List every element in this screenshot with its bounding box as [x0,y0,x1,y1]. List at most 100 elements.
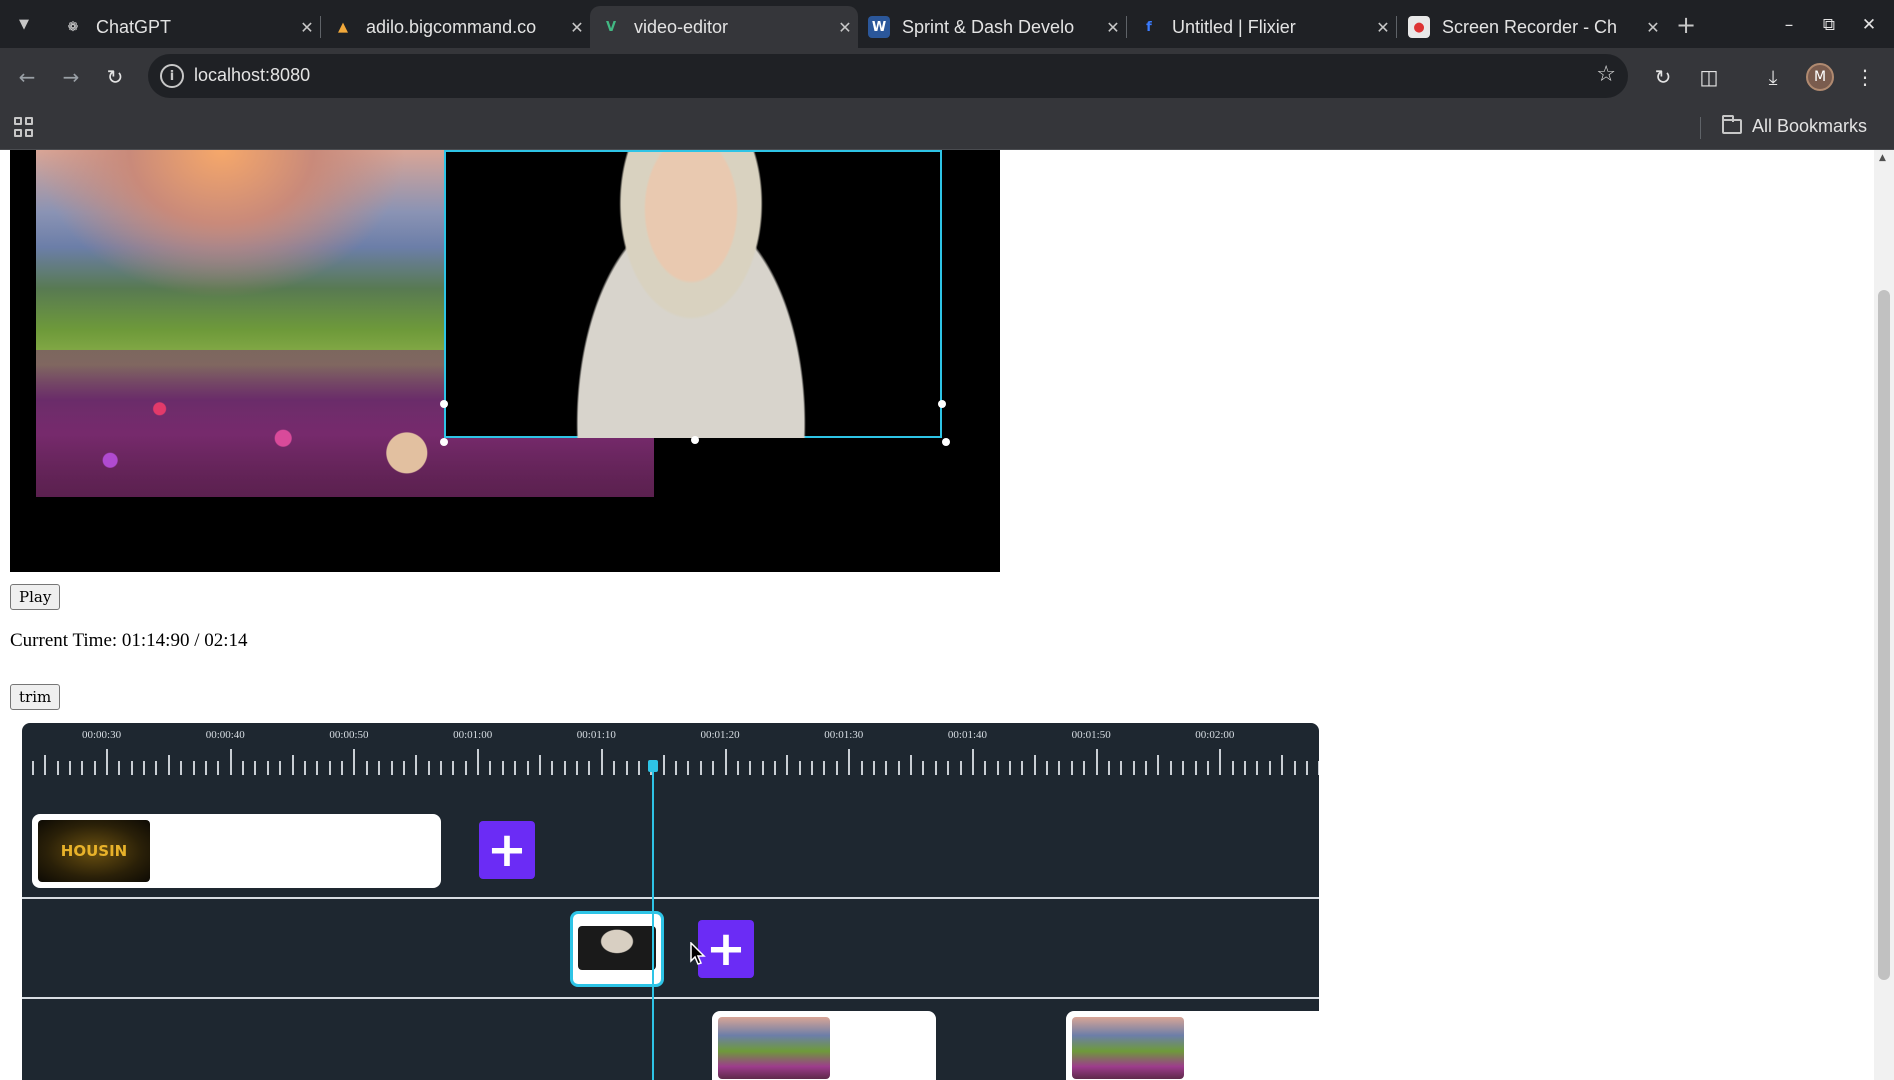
minimize-icon[interactable]: – [1772,10,1806,40]
screen-recorder-icon: ● [1408,16,1430,38]
address-bar[interactable]: i localhost:8080 ☆ [148,54,1628,98]
refresh-icon[interactable]: ↻ [1646,60,1680,94]
tab-search-chevron-icon[interactable]: ▼ [8,9,40,39]
resize-handle[interactable] [691,436,699,444]
add-clip-button[interactable]: + [479,821,535,879]
resize-handle[interactable] [938,400,946,408]
resize-handle[interactable] [440,438,448,446]
meadow-image-thumbnail [1072,1017,1184,1079]
timeline-clip-meadow[interactable] [712,1011,936,1080]
ruler-tick [1169,761,1172,775]
ruler-time-label: 00:01:10 [576,729,616,741]
download-icon[interactable]: ⤓ [1756,60,1790,94]
close-icon[interactable]: ✕ [832,18,858,37]
ruler-tick [984,761,987,775]
ruler-time-label: 00:00:50 [329,729,369,741]
timeline-playhead[interactable] [652,760,654,1080]
close-icon[interactable]: ✕ [294,18,320,37]
play-button[interactable]: Play [10,584,61,610]
timeline-ruler[interactable]: 00:00:30 00:00:40 00:00:50 00:01:00 00:01:10… [22,723,1319,775]
url-text[interactable]: localhost:8080 [194,65,310,86]
kebab-menu-icon[interactable]: ⋮ [1848,60,1882,94]
ruler-tick [1194,761,1197,775]
ruler-tick [662,755,665,775]
ruler-tick [613,761,616,775]
tab-adilo[interactable]: ▲ adilo.bigcommand.co ✕ [322,6,590,48]
ruler-tick [229,749,232,775]
ruler-time-label: 00:02:00 [1195,729,1235,741]
apps-grid-icon[interactable] [14,117,34,137]
site-info-icon[interactable]: i [160,64,184,88]
extensions-puzzle-icon[interactable]: ◫ [1692,60,1726,94]
ruler-tick [415,755,418,775]
ruler-tick [996,761,999,775]
ruler-tick [291,755,294,775]
back-arrow-icon[interactable]: ← [10,60,44,94]
tab-title: Screen Recorder - Ch [1442,16,1618,37]
timeline-clip-woman[interactable] [570,911,664,987]
close-icon[interactable]: ✕ [1370,18,1396,37]
resize-handle[interactable] [440,400,448,408]
timeline-clip-housing[interactable]: HOUSIN [32,814,441,888]
track-divider [22,897,1319,899]
ruler-tick [1083,761,1086,775]
reload-icon[interactable]: ↻ [98,60,132,94]
new-tab-plus-icon[interactable]: + [1671,10,1701,40]
video-preview-canvas[interactable] [10,150,1000,572]
close-icon[interactable]: ✕ [564,18,590,37]
ruler-tick [1120,761,1123,775]
ruler-tick [81,761,84,775]
bookmark-star-icon[interactable]: ☆ [1596,62,1616,87]
ruler-tick [192,761,195,775]
ruler-tick [1107,761,1110,775]
woman-video-layer[interactable] [444,150,942,438]
ruler-tick [1033,755,1036,775]
timeline-clip-meadow[interactable] [1066,1011,1319,1080]
profile-avatar[interactable]: M [1806,63,1834,91]
all-bookmarks-button[interactable]: All Bookmarks [1722,115,1868,137]
close-icon[interactable]: ✕ [1100,18,1126,37]
ruler-tick [439,761,442,775]
tab-sprint-dash[interactable]: W Sprint & Dash Develo ✕ [858,6,1126,48]
ruler-tick [860,761,863,775]
ruler-tick [1157,755,1160,775]
trim-button[interactable]: trim [10,684,61,710]
all-bookmarks-label: All Bookmarks [1752,116,1868,136]
ruler-tick [328,761,331,775]
ruler-tick [1268,761,1271,775]
scroll-up-arrow-icon[interactable]: ▲ [1879,153,1886,163]
tab-title: Untitled | Flixier [1172,16,1296,37]
ruler-tick [1009,761,1011,775]
ruler-tick [56,761,59,775]
tab-video-editor[interactable]: V video-editor ✕ [590,6,858,48]
timeline-panel[interactable]: 00:00:30 00:00:40 00:00:50 00:01:00 00:01:10… [22,723,1319,1080]
ruler-tick [773,761,776,775]
ruler-tick [390,761,393,775]
ruler-tick [934,761,937,775]
ruler-tick [749,761,752,775]
tab-title: Sprint & Dash Develo [902,16,1075,37]
restore-icon[interactable]: ⧉ [1812,10,1846,40]
add-clip-button[interactable]: + [698,920,754,978]
window-close-icon[interactable]: ✕ [1852,10,1886,40]
ruler-tick [675,761,678,775]
tab-screen-recorder[interactable]: ● Screen Recorder - Ch ✕ [1398,6,1666,48]
resize-handle[interactable] [942,438,950,446]
scrollbar-thumb[interactable] [1878,290,1890,980]
ruler-tick [242,761,245,775]
ruler-tick [947,761,950,775]
forward-arrow-icon[interactable]: → [54,60,88,94]
ruler-tick [254,761,257,775]
ruler-tick [872,761,875,775]
ruler-tick [155,761,158,775]
tab-divider [1126,16,1127,38]
ruler-tick [1318,761,1319,775]
page-scrollbar[interactable]: ▲ [1874,150,1894,1080]
tab-chatgpt[interactable]: ❁ ChatGPT ✕ [52,6,320,48]
tab-flixier[interactable]: f Untitled | Flixier ✕ [1128,6,1396,48]
ruler-tick [167,755,170,775]
woman-figure [546,152,836,438]
close-icon[interactable]: ✕ [1640,18,1666,37]
playhead-handle[interactable] [648,760,658,772]
ruler-tick [526,761,529,775]
